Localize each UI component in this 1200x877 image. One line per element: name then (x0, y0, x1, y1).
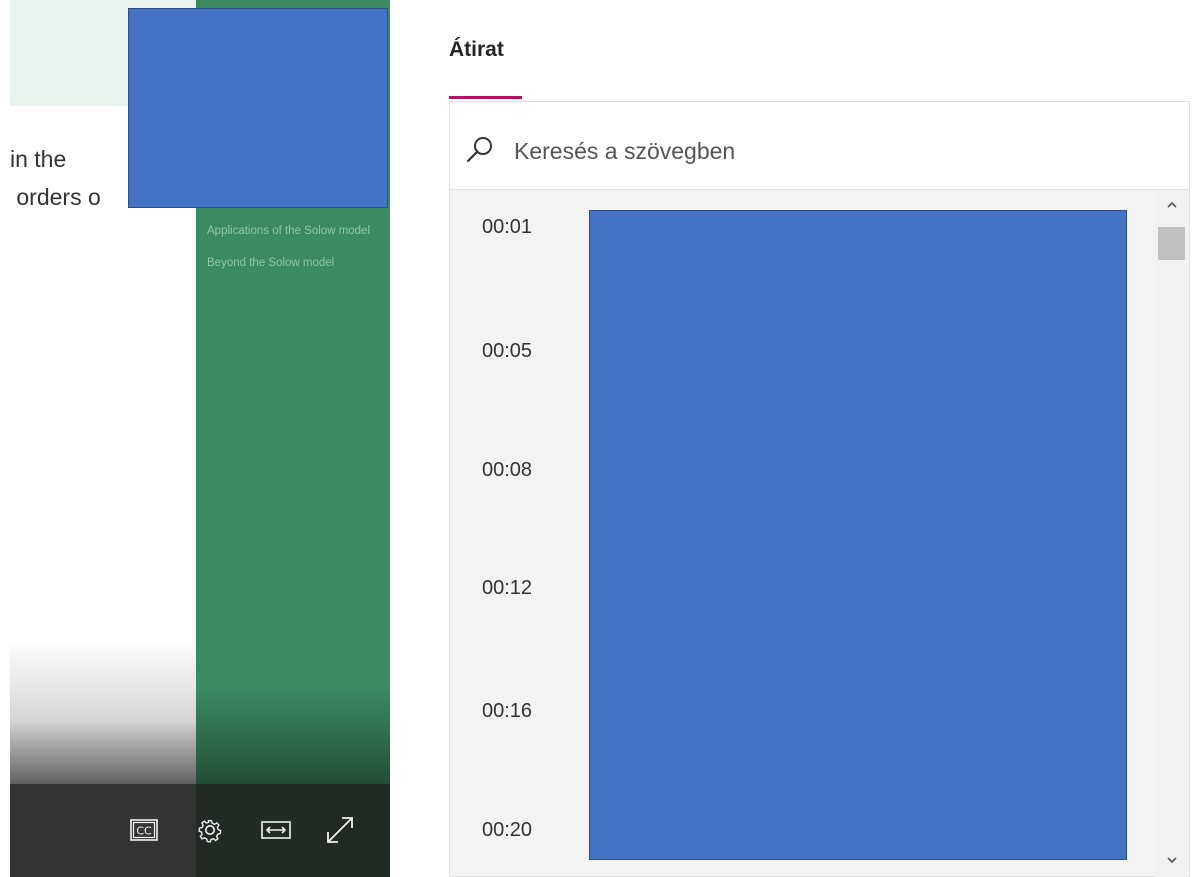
active-tab-underline (449, 96, 522, 99)
scrollbar-thumb[interactable] (1158, 227, 1185, 260)
fit-width-icon (261, 821, 291, 839)
fullscreen-button[interactable] (320, 810, 360, 850)
captions-button[interactable]: CC (124, 810, 164, 850)
redacted-block (589, 210, 1127, 860)
scroll-down-button[interactable] (1155, 847, 1188, 873)
slide-nav-item: Beyond the Solow model (207, 257, 335, 269)
chevron-up-icon (1166, 201, 1177, 208)
video-gradient-overlay (196, 690, 390, 785)
slide-text-line: orders o (10, 184, 101, 210)
transcript-timestamp[interactable]: 00:12 (482, 577, 532, 600)
video-gradient-overlay (10, 640, 196, 785)
scroll-up-button[interactable] (1155, 192, 1188, 218)
settings-button[interactable] (190, 810, 230, 850)
slide-text-line: in the (10, 146, 67, 172)
slide-body-text: in the orders o (10, 140, 101, 216)
video-player[interactable]: in the orders o Applications of the Solo… (0, 0, 390, 877)
transcript-scrollbar[interactable] (1155, 192, 1188, 877)
slide-nav-item: Applications of the Solow model (207, 225, 371, 237)
slide-nav: Applications of the Solow model Beyond t… (207, 224, 377, 288)
expand-icon (327, 817, 353, 843)
transcript-timestamp[interactable]: 00:08 (482, 459, 532, 482)
transcript-tab-title[interactable]: Átirat (449, 38, 504, 62)
search-icon (464, 134, 496, 166)
chevron-down-icon (1166, 857, 1177, 864)
transcript-timestamp[interactable]: 00:20 (482, 819, 532, 842)
fit-width-button[interactable] (256, 810, 296, 850)
svg-text:CC: CC (136, 825, 152, 838)
transcript-timestamp[interactable]: 00:16 (482, 700, 532, 723)
gear-icon (198, 819, 222, 843)
cc-icon: CC (130, 819, 158, 841)
transcript-timestamp[interactable]: 00:01 (482, 216, 532, 239)
redacted-block (128, 8, 388, 208)
transcript-timestamp[interactable]: 00:05 (482, 340, 532, 363)
transcript-search-input[interactable] (512, 128, 1136, 174)
